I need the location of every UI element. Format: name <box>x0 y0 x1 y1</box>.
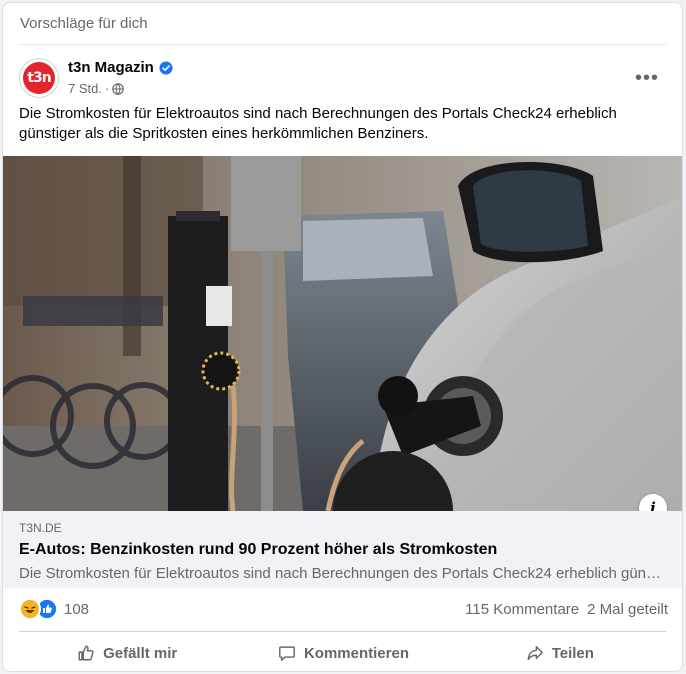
comment-bubble-icon <box>279 646 295 661</box>
divider <box>19 631 666 632</box>
post-card: Vorschläge für dich t3n t3n Magazin 7 St… <box>2 2 683 672</box>
reactions-summary[interactable]: 108 <box>19 598 89 620</box>
meta-separator: · <box>104 81 110 96</box>
link-domain: T3N.DE <box>19 521 62 535</box>
thumbs-up-icon <box>78 645 94 661</box>
globe-icon <box>112 82 125 95</box>
post-text: Die Stromkosten für Elektroautos sind na… <box>19 105 617 142</box>
like-button[interactable]: Gefällt mir <box>19 637 235 669</box>
haha-reaction-icon <box>19 598 41 620</box>
ev-charging-photo <box>3 156 682 511</box>
reactions-count: 108 <box>64 600 90 618</box>
page-name-link[interactable]: t3n Magazin <box>68 59 154 76</box>
more-options-icon[interactable]: ••• <box>630 61 664 95</box>
verified-badge-icon <box>159 61 173 75</box>
post-image[interactable] <box>3 156 682 511</box>
avatar-logo: t3n <box>23 62 55 94</box>
post-header: t3n t3n Magazin 7 Std. · ••• <box>19 57 664 99</box>
post-timestamp[interactable]: 7 Std. <box>68 81 102 96</box>
divider <box>20 44 667 45</box>
link-preview[interactable]: T3N.DE E-Autos: Benzinkosten rund 90 Pro… <box>3 511 682 588</box>
comments-count[interactable]: 115 Kommentare <box>465 601 579 618</box>
like-label: Gefällt mir <box>103 644 178 662</box>
stats-right: 115 Kommentare 2 Mal geteilt <box>465 601 668 618</box>
share-button[interactable]: Teilen <box>452 637 668 669</box>
comment-button[interactable]: Kommentieren <box>235 637 451 669</box>
post-meta: 7 Std. · <box>68 81 125 96</box>
shares-count[interactable]: 2 Mal geteilt <box>587 601 668 618</box>
engagement-stats: 108 115 Kommentare 2 Mal geteilt <box>19 595 668 621</box>
link-description: Die Stromkosten für Elektroautos sind na… <box>19 565 664 582</box>
action-bar: Gefällt mir Kommentieren Teilen <box>19 637 668 669</box>
suggestions-heading: Vorschläge für dich <box>20 15 148 32</box>
share-arrow-icon <box>527 645 543 661</box>
link-title[interactable]: E-Autos: Benzinkosten rund 90 Prozent hö… <box>19 541 497 559</box>
page-avatar[interactable]: t3n <box>19 58 59 98</box>
share-label: Teilen <box>551 644 594 662</box>
comment-label: Kommentieren <box>303 644 409 662</box>
